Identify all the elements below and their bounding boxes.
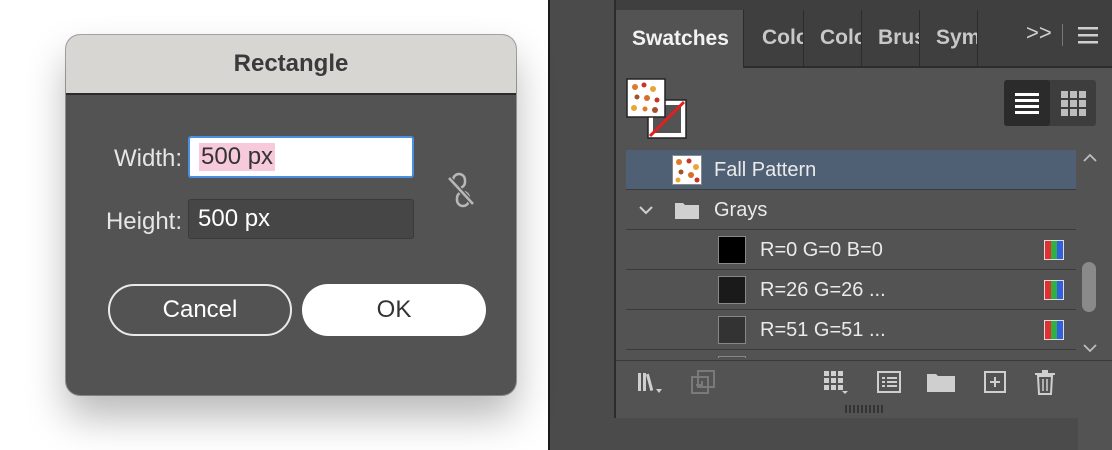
color-chip bbox=[718, 276, 746, 304]
width-label: Width: bbox=[113, 145, 182, 172]
list-item-swatch[interactable]: R=0 G=0 B=0 bbox=[626, 230, 1076, 270]
unlink-icon[interactable] bbox=[444, 170, 478, 210]
rgb-mode-icon bbox=[1044, 320, 1064, 340]
list-view-button[interactable] bbox=[1004, 80, 1050, 126]
rgb-mode-icon bbox=[1044, 240, 1064, 260]
tab-symbols[interactable]: Sym bbox=[920, 10, 978, 66]
swatch-name: R=0 G=0 B=0 bbox=[760, 238, 883, 261]
swatch-options-icon[interactable] bbox=[876, 369, 902, 395]
fill-stroke-swatch-icon[interactable] bbox=[626, 78, 688, 140]
height-value: 500 px bbox=[198, 205, 271, 232]
color-chip bbox=[718, 316, 746, 344]
list-item-fall-pattern[interactable]: Fall Pattern bbox=[626, 150, 1076, 190]
chevron-down-icon[interactable] bbox=[638, 202, 654, 218]
scroll-up-icon[interactable] bbox=[1082, 152, 1098, 164]
panel-tab-bar: Swatches Colo Colo Brus Sym >> bbox=[616, 0, 1112, 68]
color-chip bbox=[718, 356, 746, 358]
color-chip bbox=[718, 236, 746, 264]
list-scrollbar[interactable] bbox=[1078, 150, 1102, 358]
cancel-button[interactable]: Cancel bbox=[108, 284, 292, 336]
panel-bottom-toolbar bbox=[616, 360, 1112, 403]
list-view-icon bbox=[1015, 93, 1039, 114]
width-value: 500 px bbox=[199, 143, 276, 171]
new-color-group-icon[interactable] bbox=[926, 369, 956, 395]
panel-overflow-icon[interactable]: >> bbox=[1026, 20, 1052, 46]
tab-color-guide[interactable]: Colo bbox=[804, 10, 862, 66]
tab-brushes[interactable]: Brus bbox=[862, 10, 920, 66]
view-toggle bbox=[1004, 80, 1096, 126]
swatch-name: R=51 G=51 ... bbox=[760, 318, 886, 341]
height-label: Height: bbox=[105, 208, 182, 235]
ok-button[interactable]: OK bbox=[302, 284, 486, 336]
scroll-down-icon[interactable] bbox=[1082, 342, 1098, 354]
dialog-title: Rectangle bbox=[66, 35, 516, 95]
resize-grip-icon[interactable] bbox=[844, 404, 884, 414]
delete-swatch-icon[interactable] bbox=[1032, 369, 1058, 395]
group-name: Grays bbox=[714, 198, 768, 221]
list-item-swatch[interactable]: R=51 G=51 ... bbox=[626, 310, 1076, 350]
tab-separator bbox=[1062, 24, 1063, 46]
swatch-name: Fall Pattern bbox=[714, 158, 817, 181]
grid-view-button[interactable] bbox=[1050, 80, 1096, 126]
list-item-swatch-partial[interactable] bbox=[626, 350, 1076, 358]
list-item-grays-group[interactable]: Grays bbox=[626, 190, 1076, 230]
swatches-panel: Swatches Colo Colo Brus Sym >> bbox=[614, 0, 1112, 418]
width-field[interactable]: 500 px bbox=[188, 136, 414, 178]
swatch-kind-menu-icon[interactable] bbox=[822, 369, 848, 395]
scroll-thumb[interactable] bbox=[1082, 262, 1096, 312]
tab-swatches[interactable]: Swatches bbox=[616, 10, 744, 68]
tab-color[interactable]: Colo bbox=[746, 10, 804, 66]
height-field[interactable]: 500 px bbox=[188, 199, 414, 239]
new-swatch-icon[interactable] bbox=[982, 369, 1008, 395]
swatch-name: R=26 G=26 ... bbox=[760, 278, 886, 301]
rectangle-dialog: Rectangle Width: 500 px Height: 500 px C… bbox=[66, 35, 516, 395]
hamburger-icon[interactable] bbox=[1076, 24, 1100, 46]
folder-icon bbox=[675, 203, 699, 219]
list-item-swatch[interactable]: R=26 G=26 ... bbox=[626, 270, 1076, 310]
place-swatches-icon[interactable] bbox=[690, 369, 716, 395]
pattern-swatch-icon bbox=[672, 155, 702, 185]
swatch-libraries-icon[interactable] bbox=[636, 369, 662, 395]
swatch-list: Fall Pattern Grays R=0 G=0 B=0 R=26 G=26… bbox=[626, 150, 1076, 358]
grid-view-icon bbox=[1061, 91, 1086, 116]
rgb-mode-icon bbox=[1044, 280, 1064, 300]
